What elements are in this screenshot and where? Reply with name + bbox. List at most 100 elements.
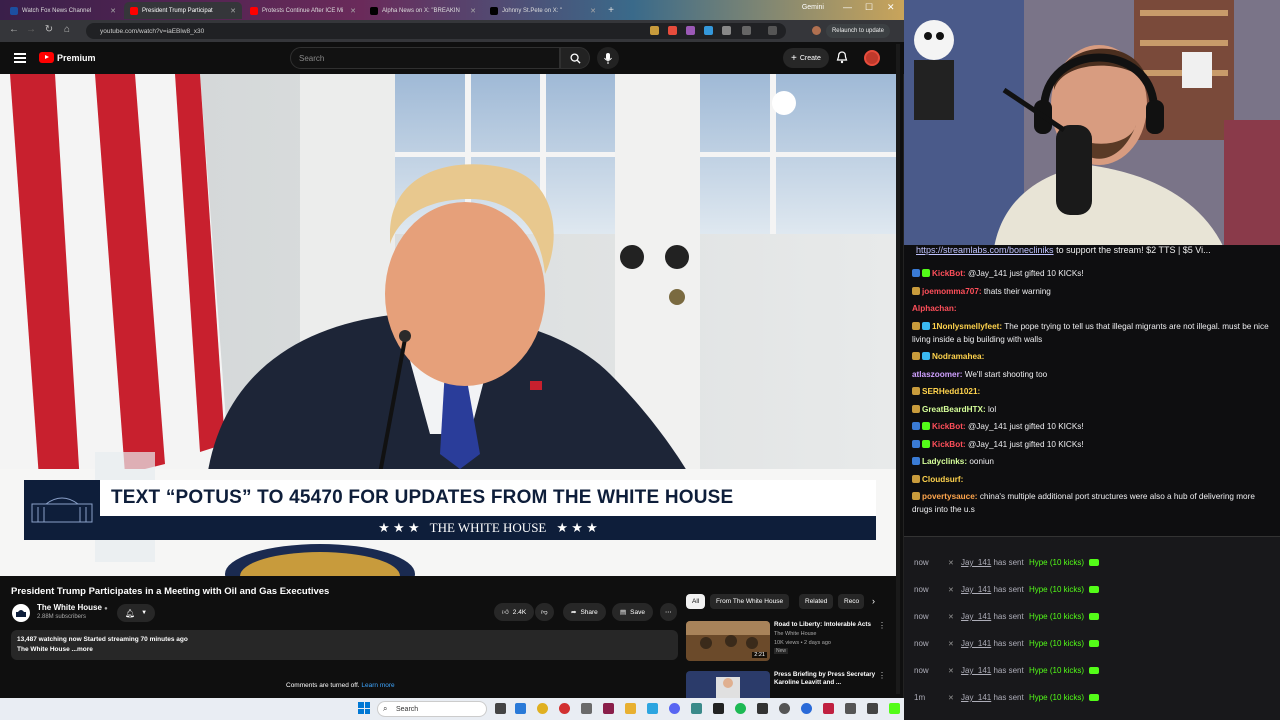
chat-username[interactable]: Cloudsurf: [922,475,963,484]
sidebar-icon[interactable] [768,26,777,35]
maximize-icon[interactable]: ☐ [865,2,873,13]
chat-username[interactable]: KickBot: [932,440,966,449]
related-video-item[interactable]: 2:21 Road to Liberty: Intolerable Acts T… [686,621,896,665]
dislike-button[interactable]: 👎︎ [535,603,554,621]
puzzle-icon[interactable] [742,26,751,35]
hamburger-menu-icon[interactable] [14,53,26,63]
voice-search-button[interactable] [597,47,619,69]
chat-username[interactable]: Ladyclinks: [922,457,967,466]
new-tab-button[interactable]: + [604,2,618,19]
more-vert-icon[interactable]: ⋮ [878,621,886,630]
obs-icon[interactable] [603,703,614,714]
chat-username[interactable]: joemomma707: [922,287,982,296]
event-username[interactable]: Jay_141 [961,666,991,675]
profile-icon[interactable] [812,26,821,35]
chat-username[interactable]: KickBot: [932,422,966,431]
edge-icon[interactable] [515,703,526,714]
chip-related[interactable]: Related [799,594,834,609]
chevron-right-icon[interactable]: › [872,596,875,606]
browser-tab-active[interactable]: President Trump Participat ✕ [124,2,242,19]
relaunch-button[interactable]: Relaunch to update [825,24,890,38]
chip-all[interactable]: All [686,594,706,609]
close-icon[interactable]: ✕ [350,7,356,15]
event-username[interactable]: Jay_141 [961,585,991,594]
close-window-icon[interactable]: ✕ [887,2,895,13]
chat-username[interactable]: GreatBeardHTX: [922,405,986,414]
extension-icon[interactable] [722,26,731,35]
telegram-icon[interactable] [647,703,658,714]
back-icon[interactable]: ← [5,24,23,35]
browser-tab[interactable]: Alpha News on X: "BREAKIN ✕ [364,2,482,19]
subscription-bell-button[interactable]: 🔔︎ ▼ [117,604,155,622]
channel-avatar[interactable] [12,604,30,622]
account-avatar[interactable] [864,50,880,66]
forward-icon[interactable]: → [22,24,40,35]
extension-icon[interactable] [650,26,659,35]
extension-icon[interactable] [686,26,695,35]
reload-icon[interactable]: ↻ [40,24,58,35]
x-icon[interactable] [713,703,724,714]
extension-icon[interactable] [704,26,713,35]
save-button[interactable]: ▤ Save [612,603,653,621]
home-icon[interactable]: ⌂ [58,24,76,35]
app-icon[interactable] [801,703,812,714]
close-icon[interactable]: ✕ [590,7,596,15]
description-box[interactable]: 13,487 watching now Started streaming 70… [11,630,678,660]
close-icon[interactable]: ✕ [230,7,236,15]
video-player[interactable]: TEXT “POTUS” TO 45470 FOR UPDATES FROM T… [0,74,897,576]
scrollbar[interactable] [896,44,900,694]
app-icon[interactable] [559,703,570,714]
minimize-icon[interactable]: — [843,2,852,12]
event-username[interactable]: Jay_141 [961,558,991,567]
browser-tab[interactable]: Watch Fox News Channel ✕ [4,2,122,19]
chrome-icon[interactable] [537,703,548,714]
related-video-item[interactable]: Press Briefing by Press Secretary Karoli… [686,671,896,698]
kick-icon[interactable] [889,703,900,714]
create-button[interactable]: + Create [783,48,829,68]
close-icon[interactable]: ✕ [470,7,476,15]
more-actions-button[interactable]: ⋯ [660,603,677,621]
chat-username[interactable]: KickBot: [932,269,966,278]
share-button[interactable]: ➦ Share [563,603,606,621]
app-icon[interactable] [845,703,856,714]
video-thumbnail[interactable]: 2:21 [686,621,770,661]
chip-recommended[interactable]: Reco [838,594,864,609]
extension-icon[interactable] [668,26,677,35]
chip-from-channel[interactable]: From The White House [710,594,790,609]
event-username[interactable]: Jay_141 [961,693,991,702]
app-icon[interactable] [823,703,834,714]
chat-username[interactable]: Nodramahea: [932,352,984,361]
task-view-icon[interactable] [495,703,506,714]
browser-tab[interactable]: Protests Continue After ICE Mi ✕ [244,2,362,19]
youtube-logo[interactable]: Premium [39,52,96,63]
event-username[interactable]: Jay_141 [961,612,991,621]
spotify-icon[interactable] [735,703,746,714]
discord-icon[interactable] [669,703,680,714]
app-icon[interactable] [581,703,592,714]
search-button[interactable] [560,47,590,69]
donation-link[interactable]: https://streamlabs.com/bonecliniks [916,245,1054,255]
more-vert-icon[interactable]: ⋮ [878,671,886,680]
notifications-button[interactable] [836,51,848,69]
app-icon[interactable] [867,703,878,714]
file-explorer-icon[interactable] [625,703,636,714]
video-thumbnail[interactable] [686,671,770,698]
chat-username[interactable]: atlaszoomer: [912,370,963,379]
app-icon[interactable] [691,703,702,714]
like-button[interactable]: 👍︎ 2.4K [494,603,535,621]
browser-tab[interactable]: Johnny St.Pete on X: " ✕ [484,2,602,19]
channel-name[interactable]: The White House ● [37,603,108,612]
app-icon[interactable] [779,703,790,714]
app-icon[interactable] [757,703,768,714]
chat-username[interactable]: 1Nonlysmellyfeet: [932,322,1002,331]
url-field[interactable]: youtube.com/watch?v=iaEBlw8_x30 [86,23,786,39]
close-icon[interactable]: ✕ [110,7,116,15]
event-username[interactable]: Jay_141 [961,639,991,648]
learn-more-link[interactable]: Learn more [361,682,394,689]
taskbar-search-input[interactable]: ⌕ Search [377,701,487,717]
gemini-tab[interactable]: Gemini [802,4,824,11]
windows-start-icon[interactable] [358,702,370,714]
chat-username[interactable]: povertysauce: [922,492,978,501]
search-input[interactable]: Search [290,47,560,69]
chat-username[interactable]: SERHedd1021: [922,387,980,396]
